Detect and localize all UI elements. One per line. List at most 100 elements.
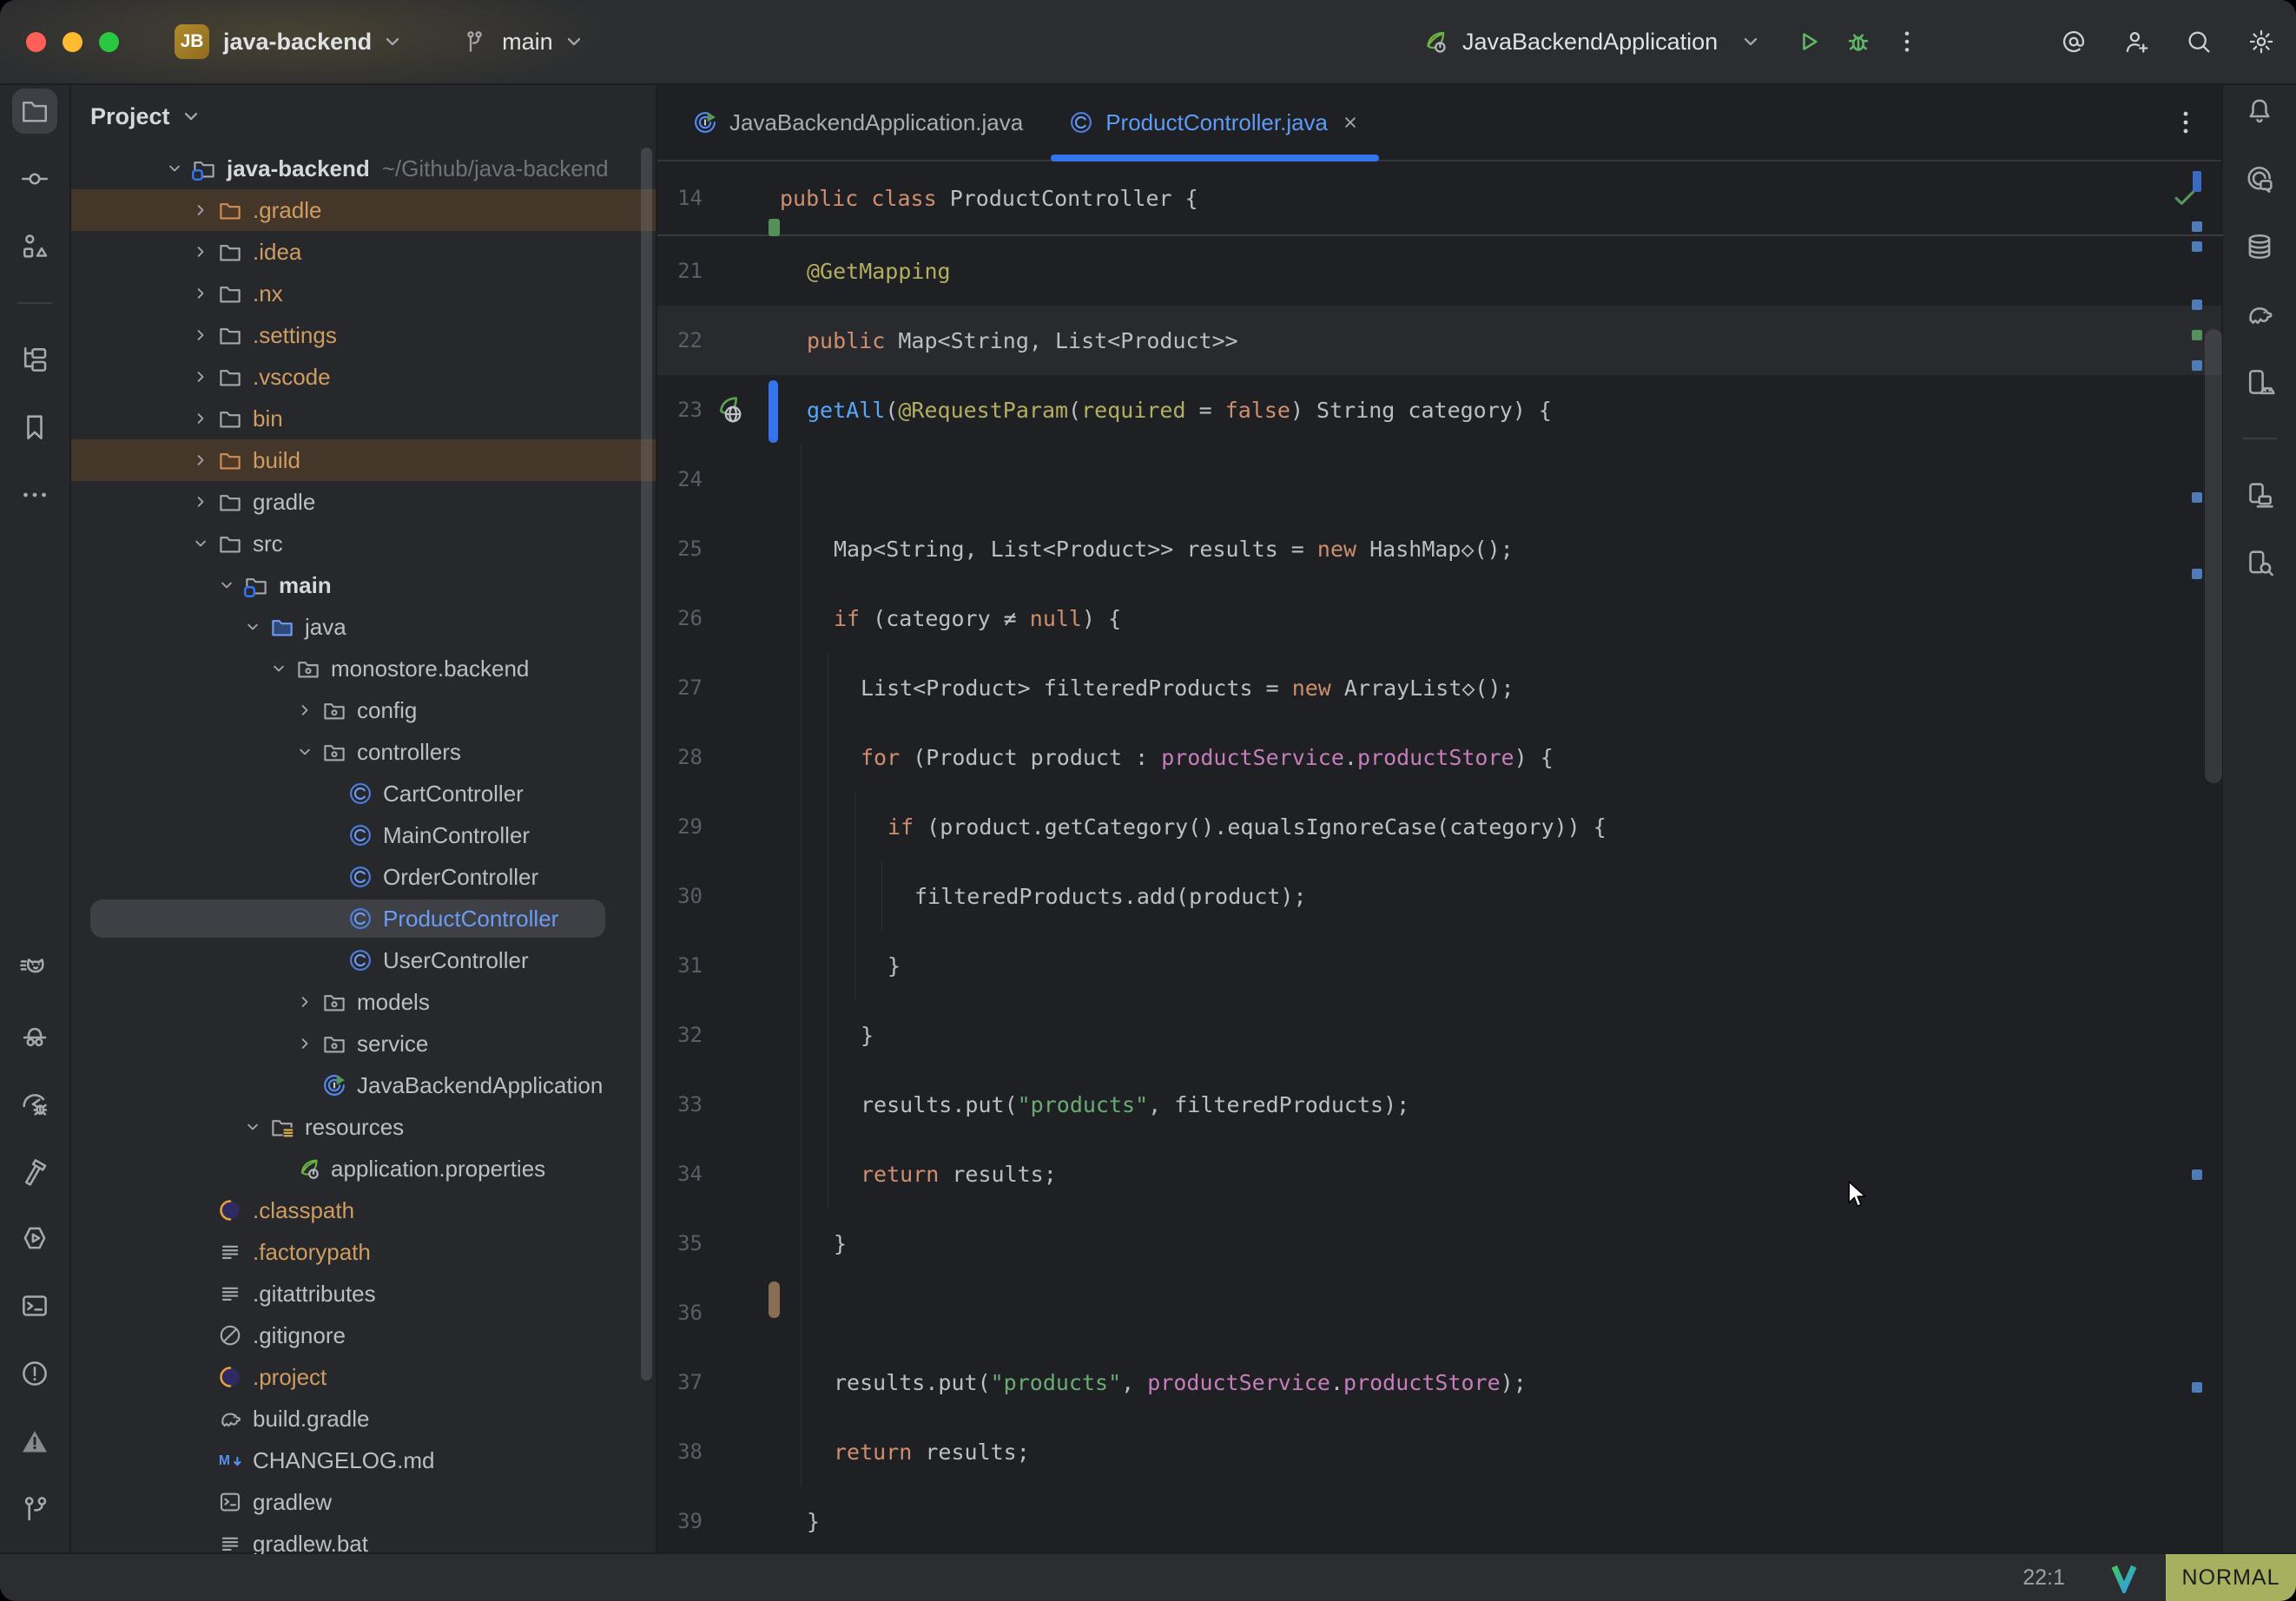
- code-line-37[interactable]: 37results.put("products", productService…: [657, 1347, 2223, 1417]
- tree-item-gradlew[interactable]: gradlew: [71, 1481, 656, 1523]
- tool-button-version-control[interactable]: [12, 1486, 57, 1532]
- tab-options-icon[interactable]: [2171, 108, 2200, 137]
- tool-button-commit[interactable]: [12, 156, 57, 201]
- caret-position[interactable]: 22:1: [2022, 1565, 2065, 1591]
- tree-item-config[interactable]: config: [71, 689, 656, 731]
- tree-item-.nx[interactable]: .nx: [71, 273, 656, 314]
- tree-item-src[interactable]: src: [71, 523, 656, 564]
- code-line-24[interactable]: 24: [657, 445, 2223, 514]
- tree-item-CHANGELOG.md[interactable]: MCHANGELOG.md: [71, 1440, 656, 1481]
- tree-item-java[interactable]: java: [71, 606, 656, 648]
- tree-item-build.gradle[interactable]: build.gradle: [71, 1398, 656, 1440]
- ideavim-icon[interactable]: [2108, 1562, 2140, 1593]
- tool-button-device-explorer[interactable]: [2237, 540, 2282, 585]
- tree-item-main[interactable]: main: [71, 564, 656, 606]
- tree-item-gradle[interactable]: gradle: [71, 481, 656, 523]
- code-line-31[interactable]: 31}: [657, 931, 2223, 1000]
- project-tree-scrollbar[interactable]: [641, 148, 652, 1380]
- tree-item-.idea[interactable]: .idea: [71, 231, 656, 273]
- add-user-icon[interactable]: [2122, 28, 2150, 56]
- tool-button-warnings[interactable]: [12, 1419, 57, 1464]
- debug-button[interactable]: [1844, 28, 1872, 56]
- tool-button-bookmarks[interactable]: [12, 405, 57, 450]
- tree-item-monostore.backend[interactable]: monostore.backend: [71, 648, 656, 689]
- run-config-name[interactable]: JavaBackendApplication: [1462, 29, 1718, 56]
- more-actions-button[interactable]: [1893, 28, 1921, 56]
- tree-item-.project[interactable]: .project: [71, 1356, 656, 1398]
- code-line-21[interactable]: 21@GetMapping: [657, 236, 2223, 306]
- tool-button-services-list[interactable]: [12, 337, 57, 382]
- tree-item-ProductController[interactable]: ProductController: [71, 898, 656, 939]
- code-line-23[interactable]: 23getAll(@RequestParam(required = false)…: [657, 375, 2223, 445]
- zoom-window-button[interactable]: [99, 32, 119, 52]
- tree-item-OrderController[interactable]: OrderController: [71, 856, 656, 898]
- code-line-35[interactable]: 35}: [657, 1209, 2223, 1278]
- tree-item-application.properties[interactable]: application.properties: [71, 1148, 656, 1189]
- tree-item-.classpath[interactable]: .classpath: [71, 1189, 656, 1231]
- sticky-line[interactable]: 14public class ProductController {: [657, 161, 2223, 236]
- tree-item-JavaBackendApplication[interactable]: JavaBackendApplication: [71, 1064, 656, 1106]
- tool-button-project[interactable]: [12, 89, 57, 134]
- ai-assistant-icon[interactable]: [2060, 28, 2088, 56]
- editor-scrollbar[interactable]: [2205, 329, 2222, 783]
- code-line-28[interactable]: 28for (Product product : productService.…: [657, 722, 2223, 792]
- code-line-22[interactable]: 22public Map<String, List<Product>>: [657, 306, 2223, 375]
- project-name[interactable]: java-backend: [223, 29, 372, 56]
- search-icon[interactable]: [2185, 28, 2213, 56]
- minimize-window-button[interactable]: [63, 32, 82, 52]
- tool-button-database[interactable]: [2237, 224, 2282, 269]
- tree-item-resources[interactable]: resources: [71, 1106, 656, 1148]
- tool-button-device-android[interactable]: [2237, 359, 2282, 405]
- editor-tab-JavaBackendApplication.java[interactable]: JavaBackendApplication.java: [670, 85, 1046, 160]
- tool-button-structure[interactable]: [12, 224, 57, 269]
- run-button[interactable]: [1794, 28, 1822, 56]
- tree-item-java-backend[interactable]: java-backend~/Github/java-backend: [71, 148, 656, 189]
- tree-item-service[interactable]: service: [71, 1023, 656, 1064]
- tool-button-ai-cat[interactable]: [12, 945, 57, 990]
- tool-button-incognito[interactable]: [12, 1012, 57, 1057]
- tree-item-controllers[interactable]: controllers: [71, 731, 656, 773]
- project-panel-header[interactable]: Project: [71, 85, 656, 148]
- tree-item-models[interactable]: models: [71, 981, 656, 1023]
- tree-item-UserController[interactable]: UserController: [71, 939, 656, 981]
- code-line-30[interactable]: 30filteredProducts.add(product);: [657, 861, 2223, 931]
- branch-widget[interactable]: main: [460, 28, 588, 56]
- tool-button-services[interactable]: [12, 1216, 57, 1261]
- chevron-down-icon[interactable]: [379, 28, 406, 56]
- tool-button-ai-chat[interactable]: [2237, 156, 2282, 201]
- tool-button-terminal[interactable]: [12, 1283, 57, 1328]
- code-line-36[interactable]: 36: [657, 1278, 2223, 1347]
- tree-item-.settings[interactable]: .settings: [71, 314, 656, 356]
- tool-button-build[interactable]: [12, 1148, 57, 1193]
- tree-item-.factorypath[interactable]: .factorypath: [71, 1231, 656, 1273]
- tree-item-gradlew.bat[interactable]: gradlew.bat: [71, 1523, 656, 1554]
- close-window-button[interactable]: [26, 32, 46, 52]
- tree-item-MainController[interactable]: MainController: [71, 814, 656, 856]
- editor-tab-ProductController.java[interactable]: ProductController.java: [1046, 85, 1384, 160]
- code-line-32[interactable]: 32}: [657, 1000, 2223, 1070]
- tree-item-.gradle[interactable]: .gradle: [71, 189, 656, 231]
- tree-item-bin[interactable]: bin: [71, 398, 656, 439]
- code-line-38[interactable]: 38return results;: [657, 1417, 2223, 1486]
- code-line-33[interactable]: 33results.put("products", filteredProduc…: [657, 1070, 2223, 1139]
- tool-button-notifications[interactable]: [2237, 89, 2282, 134]
- tree-item-CartController[interactable]: CartController: [71, 773, 656, 814]
- code-line-34[interactable]: 34return results;: [657, 1139, 2223, 1209]
- code-line-14[interactable]: 14public class ProductController {: [657, 163, 1198, 233]
- code-line-27[interactable]: 27List<Product> filteredProducts = new A…: [657, 653, 2223, 722]
- vim-mode-badge[interactable]: NORMAL: [2166, 1554, 2296, 1601]
- tool-button-problems[interactable]: [12, 1351, 57, 1396]
- tree-item-.vscode[interactable]: .vscode: [71, 356, 656, 398]
- code-line-39[interactable]: 39}: [657, 1486, 2223, 1554]
- spring-mapping-icon[interactable]: [712, 393, 745, 426]
- code-line-29[interactable]: 29if (product.getCategory().equalsIgnore…: [657, 792, 2223, 861]
- code-line-26[interactable]: 26if (category ≠ null) {: [657, 583, 2223, 653]
- close-icon[interactable]: [1339, 111, 1362, 134]
- tree-item-.gitattributes[interactable]: .gitattributes: [71, 1273, 656, 1314]
- tree-item-build[interactable]: build: [71, 439, 656, 481]
- tree-item-.gitignore[interactable]: .gitignore: [71, 1314, 656, 1356]
- tool-button-profiler[interactable]: [12, 1080, 57, 1125]
- tool-button-gradle[interactable]: [2237, 292, 2282, 337]
- tool-button-more-tool-windows[interactable]: [12, 472, 57, 517]
- chevron-down-icon[interactable]: [1737, 28, 1765, 56]
